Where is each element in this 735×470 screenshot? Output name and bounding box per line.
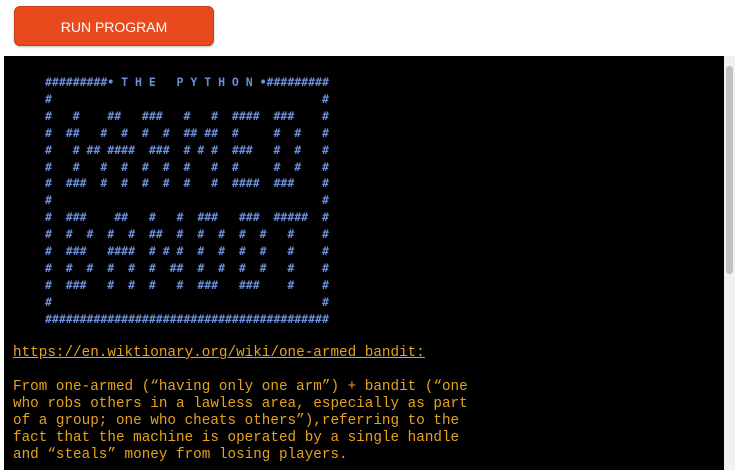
scrollbar-thumb[interactable] (726, 66, 733, 274)
output-line: of a group; one who cheats others”),refe… (13, 413, 460, 429)
output-line: who robs others in a lawless area, espec… (13, 396, 468, 412)
program-output-text: https://en.wiktionary.org/wiki/one-armed… (13, 345, 713, 464)
banner-line: # ## # # # # ## ## # # # # (45, 125, 329, 140)
banner-line: #########• T H E P Y T H O N •######### (45, 75, 329, 89)
banner-line: # # # # # # # # # # # # (45, 159, 329, 174)
terminal-output[interactable]: #########• T H E P Y T H O N •######### … (4, 56, 724, 470)
wiktionary-link[interactable]: https://en.wiktionary.org/wiki/one-armed… (13, 345, 425, 361)
banner-line: # # (45, 91, 329, 106)
output-line: and “steals” money from losing players. (13, 447, 348, 463)
banner-line: # # # # # ## # # # # # # # (45, 227, 329, 242)
banner-line: # ### #### # # # # # # # # # (45, 244, 329, 259)
banner-line: # ### # # # # ### ### # # (45, 277, 329, 292)
run-program-button[interactable]: RUN PROGRAM (14, 6, 214, 46)
banner-line: ########################################… (45, 311, 329, 326)
output-line: fact that the machine is operated by a s… (13, 430, 460, 446)
toolbar: RUN PROGRAM (0, 0, 735, 56)
terminal-scrollbar[interactable] (724, 56, 735, 470)
banner-line: # # (45, 193, 329, 208)
banner-line: # ### ## # # ### ### ##### # (45, 210, 329, 225)
output-line: From one-armed (“having only one arm”) +… (13, 379, 468, 395)
banner-line: # # ## #### ### # # # ### # # # (45, 142, 329, 157)
banner-line: # # # # # # ## # # # # # # (45, 260, 329, 275)
banner-line: # # (45, 294, 329, 309)
banner-line: # # ## ### # # #### ### # (45, 108, 329, 123)
banner-line: # ### # # # # # # #### ### # (45, 176, 329, 191)
ascii-banner: #########• T H E P Y T H O N •######### … (45, 74, 329, 328)
